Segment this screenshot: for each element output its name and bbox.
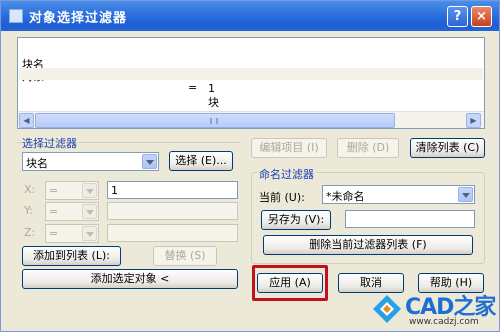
current-filter-value: *未命名: [326, 190, 365, 203]
chevron-down-icon[interactable]: [142, 154, 157, 169]
z-label: Z:: [24, 226, 36, 239]
empty-selected-row[interactable]: [19, 68, 483, 80]
select-filter-label: 选择过滤器: [22, 135, 79, 151]
replace-button[interactable]: 替换 (S): [153, 246, 217, 266]
save-as-button[interactable]: 另存为 (V):: [261, 210, 331, 230]
chevron-down-icon[interactable]: [82, 183, 97, 198]
filter-type-select[interactable]: 块名: [22, 152, 159, 171]
watermark-url: www.cadzj.com: [409, 317, 479, 327]
x-operator-select[interactable]: =: [45, 181, 99, 200]
filter-operator: =: [188, 81, 198, 94]
delete-button[interactable]: 删除 (D): [337, 138, 399, 158]
y-operator-value: =: [49, 205, 59, 218]
horizontal-scrollbar[interactable]: ◀ ▶: [18, 111, 484, 128]
y-value-input[interactable]: [107, 202, 238, 220]
scroll-left-icon[interactable]: ◀: [19, 113, 34, 128]
window-title: 对象选择过滤器: [29, 11, 128, 26]
select-button[interactable]: 选择 (E)...: [169, 151, 233, 171]
scroll-thumb[interactable]: [35, 113, 395, 128]
cad-logo-icon: [373, 295, 401, 323]
chevron-down-icon[interactable]: [82, 204, 97, 219]
close-button[interactable]: ×: [471, 6, 492, 27]
x-value-text: 1: [111, 184, 118, 197]
edit-item-button[interactable]: 编辑项目 (I): [251, 138, 327, 158]
x-label: X:: [24, 183, 36, 196]
chevron-down-icon[interactable]: [82, 226, 97, 241]
current-label: 当前 (U):: [259, 191, 305, 204]
filter-value: 块: [208, 96, 219, 109]
save-as-input[interactable]: [345, 210, 475, 228]
apply-button-highlight: [252, 265, 328, 301]
filter-list[interactable]: 块名 = 1 对象 = 块 ◀ ▶: [17, 37, 485, 129]
add-to-list-button[interactable]: 添加到列表 (L):: [22, 246, 121, 266]
x-value-input[interactable]: 1: [107, 181, 238, 199]
delete-current-filter-list-button[interactable]: 删除当前过滤器列表 (F): [263, 235, 473, 255]
current-filter-select[interactable]: *未命名: [322, 185, 475, 204]
z-value-input[interactable]: [107, 224, 238, 242]
filter-list-row[interactable]: 对象 = 块: [22, 55, 219, 109]
object-selection-filter-dialog: 对象选择过滤器 ? × 块名 = 1 对象 = 块 ◀ ▶ 选择过滤器 块名 选…: [0, 0, 500, 332]
chevron-down-icon[interactable]: [458, 187, 473, 202]
filter-type-value: 块名: [26, 157, 48, 170]
title-help-button[interactable]: ?: [447, 6, 468, 27]
scroll-right-icon[interactable]: ▶: [466, 113, 481, 128]
z-operator-select[interactable]: =: [45, 224, 99, 243]
y-label: Y:: [24, 204, 33, 217]
z-operator-value: =: [49, 227, 59, 240]
title-bar[interactable]: 对象选择过滤器 ? ×: [1, 1, 499, 31]
named-filters-label: 命名过滤器: [257, 166, 316, 182]
add-selected-object-button[interactable]: 添加选定对象 <: [22, 269, 238, 289]
app-icon: [9, 9, 23, 23]
x-operator-value: =: [49, 184, 59, 197]
clear-list-button[interactable]: 清除列表 (C): [410, 138, 485, 158]
y-operator-select[interactable]: =: [45, 202, 99, 221]
cancel-button[interactable]: 取消: [338, 273, 404, 293]
